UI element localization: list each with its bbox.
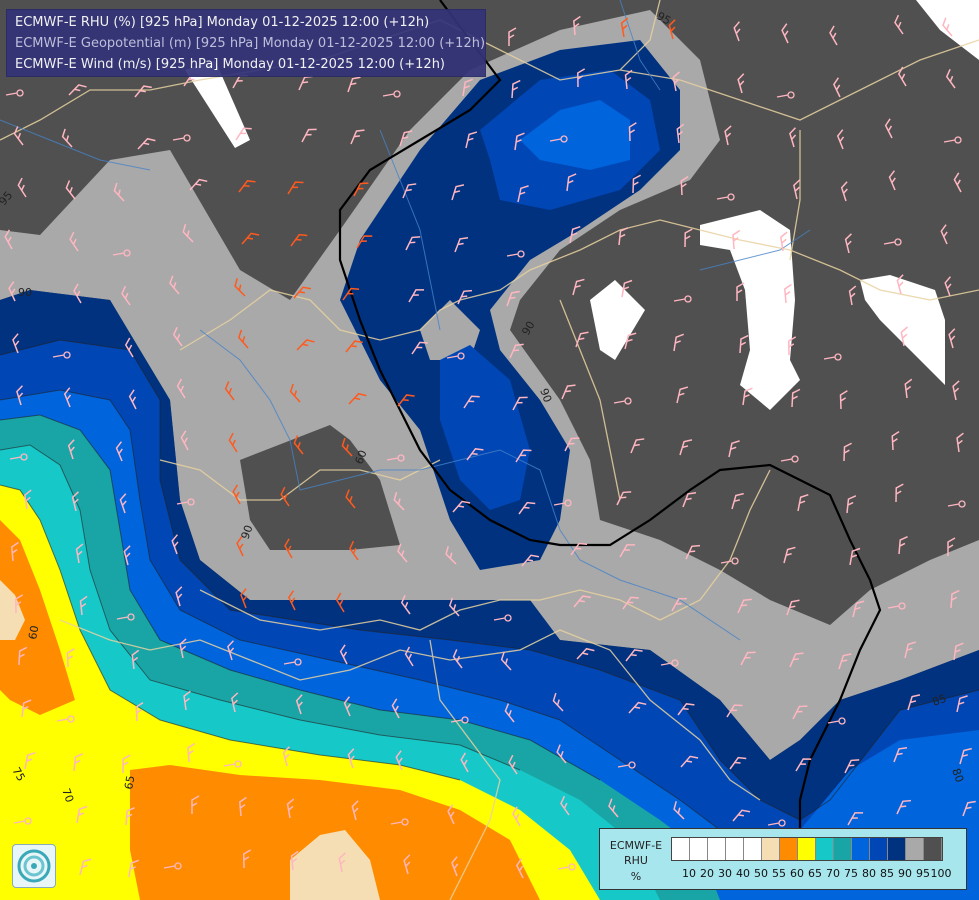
legend-swatch	[870, 838, 888, 860]
legend-tick-label: 80	[862, 867, 876, 880]
legend-swatch	[744, 838, 762, 860]
legend-unit: %	[630, 870, 642, 883]
legend-tick-label: 60	[790, 867, 804, 880]
legend-tick-label: 55	[772, 867, 786, 880]
legend-tick-label: 75	[844, 867, 858, 880]
legend-swatch	[834, 838, 852, 860]
contour-label: 65	[122, 774, 137, 790]
legend-swatch	[726, 838, 744, 860]
legend-swatch	[780, 838, 798, 860]
legend-swatch	[672, 838, 690, 860]
title-geopotential: ECMWF-E Geopotential (m) [925 hPa] Monda…	[15, 36, 486, 51]
legend-ticks: 10 20 30 40 50 55 60 65 70 75 80 85 90 95 100	[671, 867, 961, 881]
legend-tick-label: 85	[880, 867, 894, 880]
legend-swatch	[924, 838, 942, 860]
legend-title: ECMWF-E	[609, 839, 663, 852]
legend-tick-label: 100	[930, 867, 952, 880]
legend-tick-label: 10	[682, 867, 696, 880]
legend-swatch	[762, 838, 780, 860]
legend-swatch	[906, 838, 924, 860]
legend-swatch	[888, 838, 906, 860]
rhu-map: 95 95 90 90 90 85 80 75 70 65 60 60 90	[0, 0, 979, 900]
legend-swatch	[708, 838, 726, 860]
contour-label: 60	[26, 624, 41, 640]
legend-tick-label: 30	[718, 867, 732, 880]
legend-tick-label: 95	[916, 867, 930, 880]
legend-tick-label: 20	[700, 867, 714, 880]
title-rhu: ECMWF-E RHU (%) [925 hPa] Monday 01-12-2…	[15, 15, 430, 30]
legend-swatch	[816, 838, 834, 860]
legend-tick-label: 40	[736, 867, 750, 880]
legend-swatches	[671, 837, 943, 861]
title-wind: ECMWF-E Wind (m/s) [925 hPa] Monday 01-1…	[15, 57, 446, 72]
ecmwf-logo-icon	[12, 844, 56, 888]
legend-swatch	[690, 838, 708, 860]
title-box: ECMWF-E RHU (%) [925 hPa] Monday 01-12-2…	[6, 9, 486, 77]
legend-tick-label: 50	[754, 867, 768, 880]
legend-tick-label: 65	[808, 867, 822, 880]
legend-tick-label: 90	[898, 867, 912, 880]
rhu-legend: ECMWF-E RHU % 10 20 30 40 50 55 60 65 70 75 80 85 90…	[599, 828, 967, 890]
legend-swatch	[798, 838, 816, 860]
contour-label: 90	[18, 286, 32, 299]
legend-tick-label: 70	[826, 867, 840, 880]
legend-variable: RHU	[624, 854, 648, 867]
legend-swatch	[852, 838, 870, 860]
